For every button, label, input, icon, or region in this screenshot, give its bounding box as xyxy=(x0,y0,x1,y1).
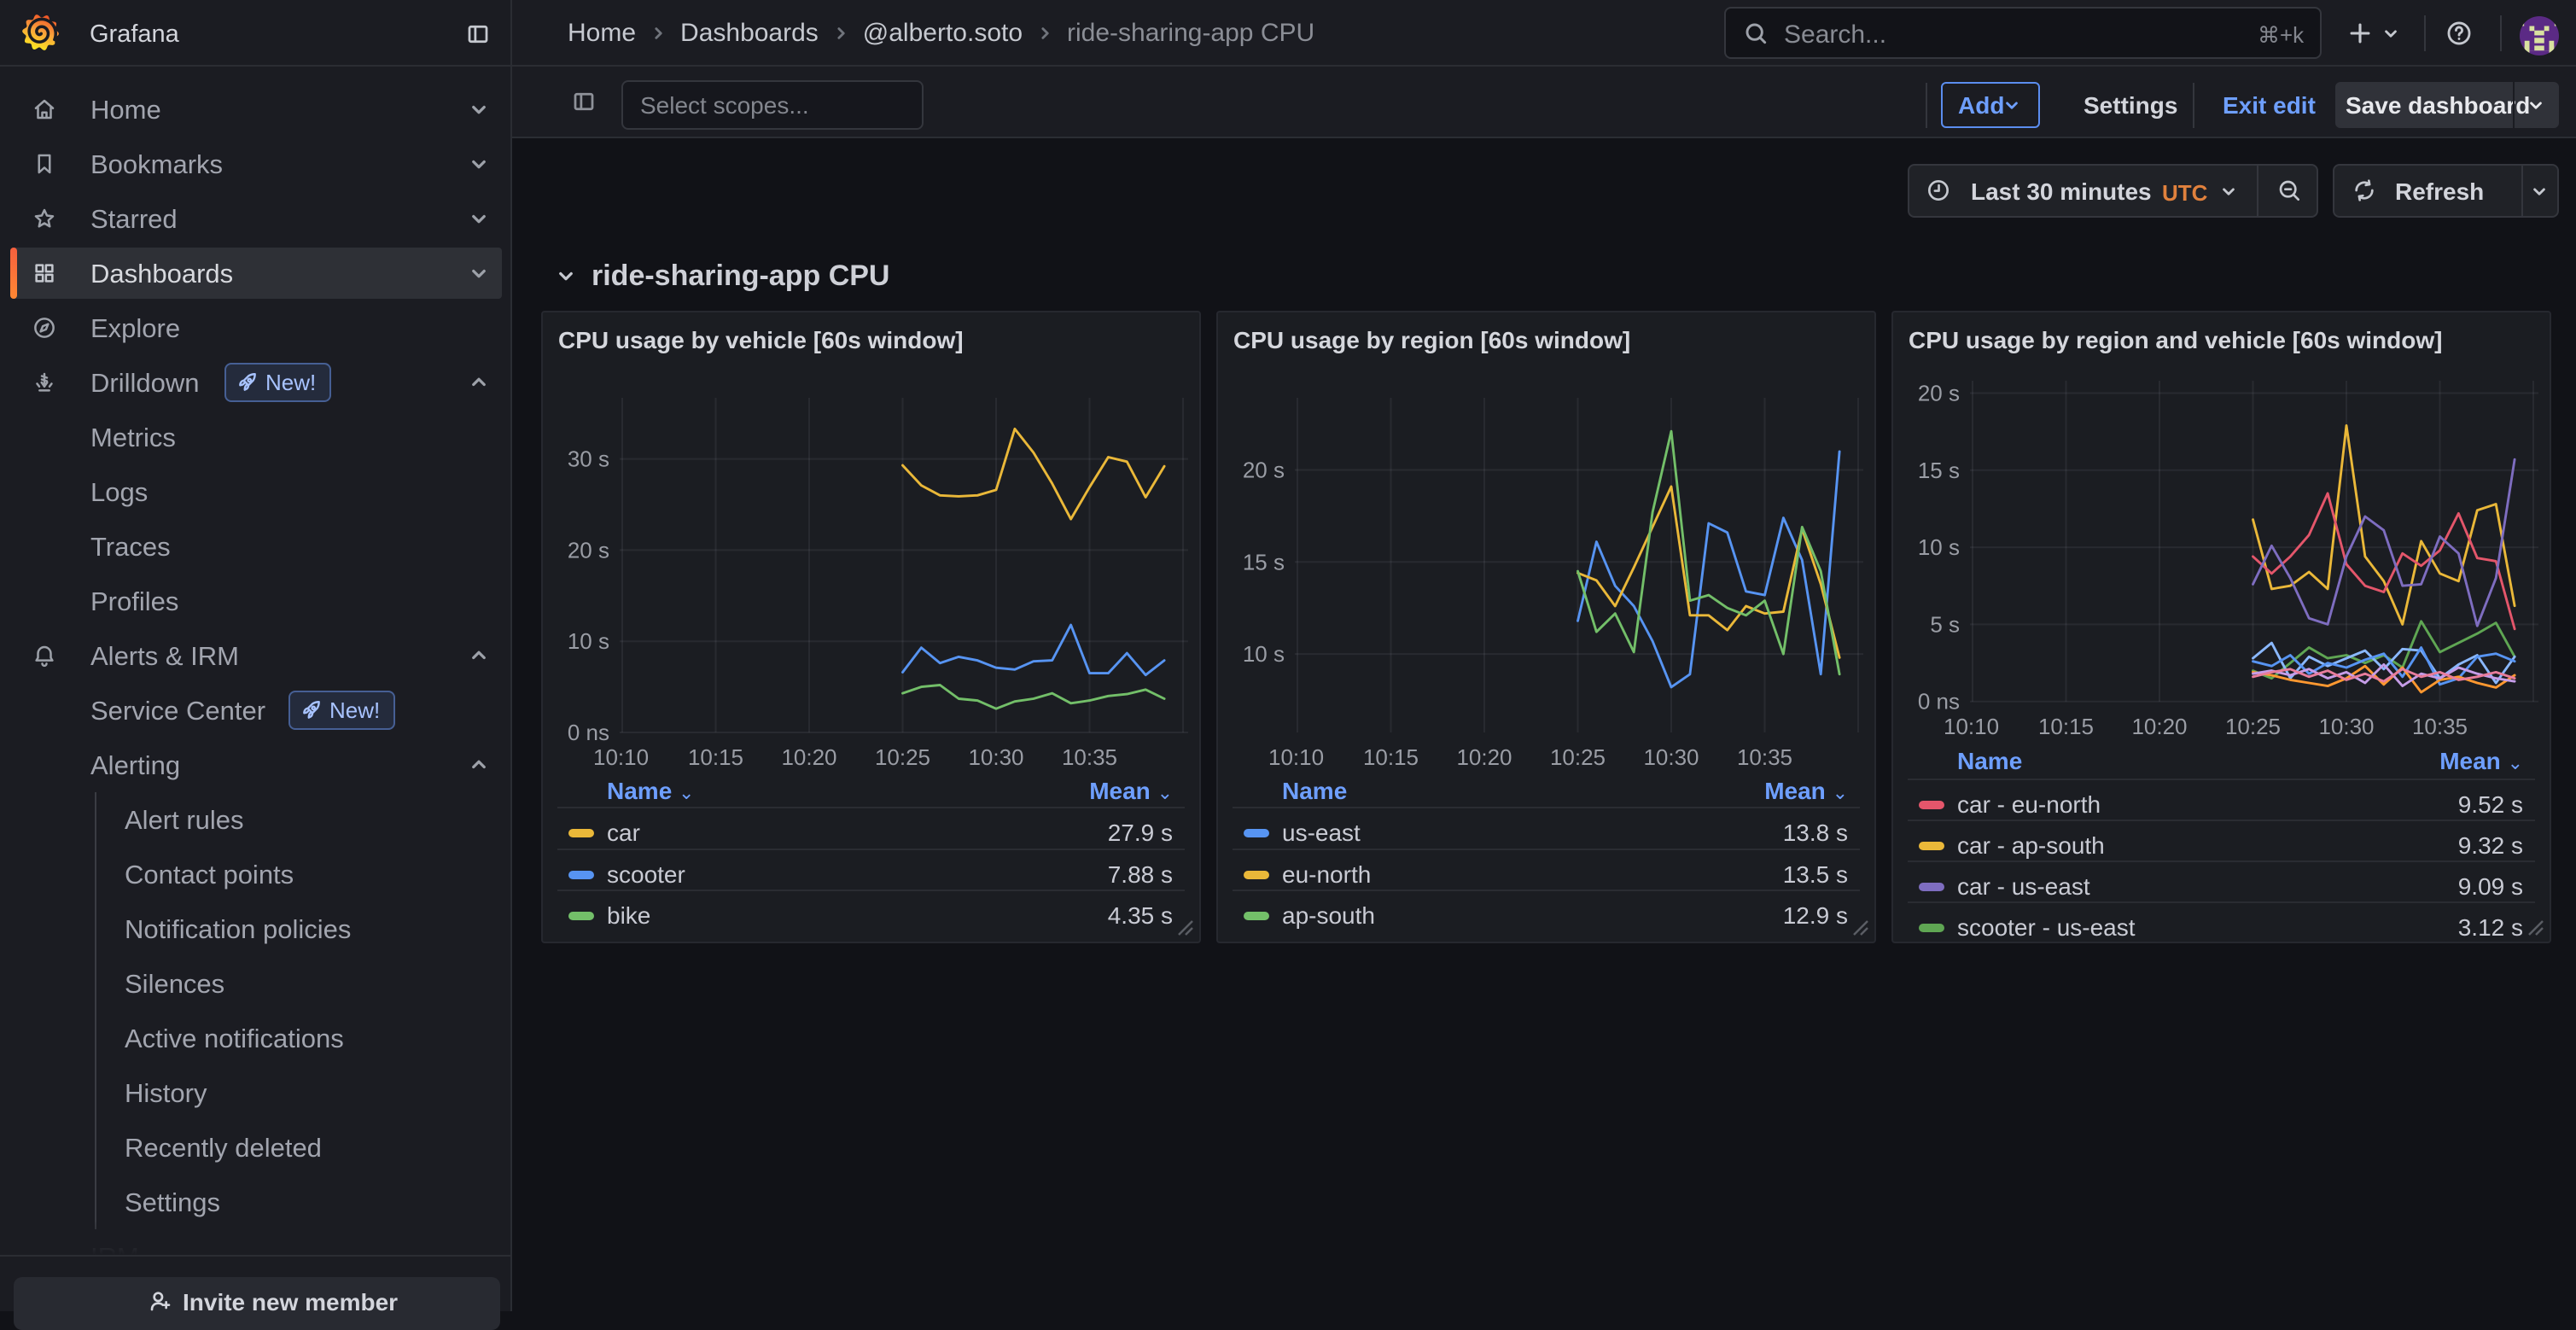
svg-text:20 s: 20 s xyxy=(568,537,609,563)
svg-text:15 s: 15 s xyxy=(1918,458,1960,483)
svg-text:5 s: 5 s xyxy=(1930,611,1960,637)
svg-text:20 s: 20 s xyxy=(1243,458,1285,483)
svg-text:0 ns: 0 ns xyxy=(1918,689,1960,715)
svg-text:10:10: 10:10 xyxy=(1944,714,1999,739)
svg-text:10:15: 10:15 xyxy=(1363,744,1419,770)
svg-text:10:30: 10:30 xyxy=(968,744,1023,770)
svg-text:10:25: 10:25 xyxy=(2225,714,2281,739)
svg-text:10 s: 10 s xyxy=(1918,534,1960,560)
svg-text:10:20: 10:20 xyxy=(2131,714,2187,739)
svg-text:20 s: 20 s xyxy=(1918,381,1960,406)
svg-text:10:35: 10:35 xyxy=(2412,714,2468,739)
svg-text:10:35: 10:35 xyxy=(1062,744,1117,770)
svg-text:10:10: 10:10 xyxy=(593,744,649,770)
svg-text:10:20: 10:20 xyxy=(1456,744,1512,770)
svg-text:30 s: 30 s xyxy=(568,446,609,472)
svg-text:10:30: 10:30 xyxy=(2318,714,2374,739)
svg-text:15 s: 15 s xyxy=(1243,549,1285,575)
svg-text:10 s: 10 s xyxy=(568,628,609,654)
svg-text:10:10: 10:10 xyxy=(1268,744,1324,770)
svg-text:10:35: 10:35 xyxy=(1737,744,1792,770)
svg-text:10:30: 10:30 xyxy=(1643,744,1699,770)
svg-text:10:15: 10:15 xyxy=(2038,714,2094,739)
svg-text:10 s: 10 s xyxy=(1243,641,1285,667)
svg-text:10:25: 10:25 xyxy=(875,744,930,770)
svg-text:10:25: 10:25 xyxy=(1550,744,1606,770)
svg-text:10:15: 10:15 xyxy=(688,744,743,770)
svg-text:0 ns: 0 ns xyxy=(568,720,609,745)
svg-text:10:20: 10:20 xyxy=(781,744,836,770)
